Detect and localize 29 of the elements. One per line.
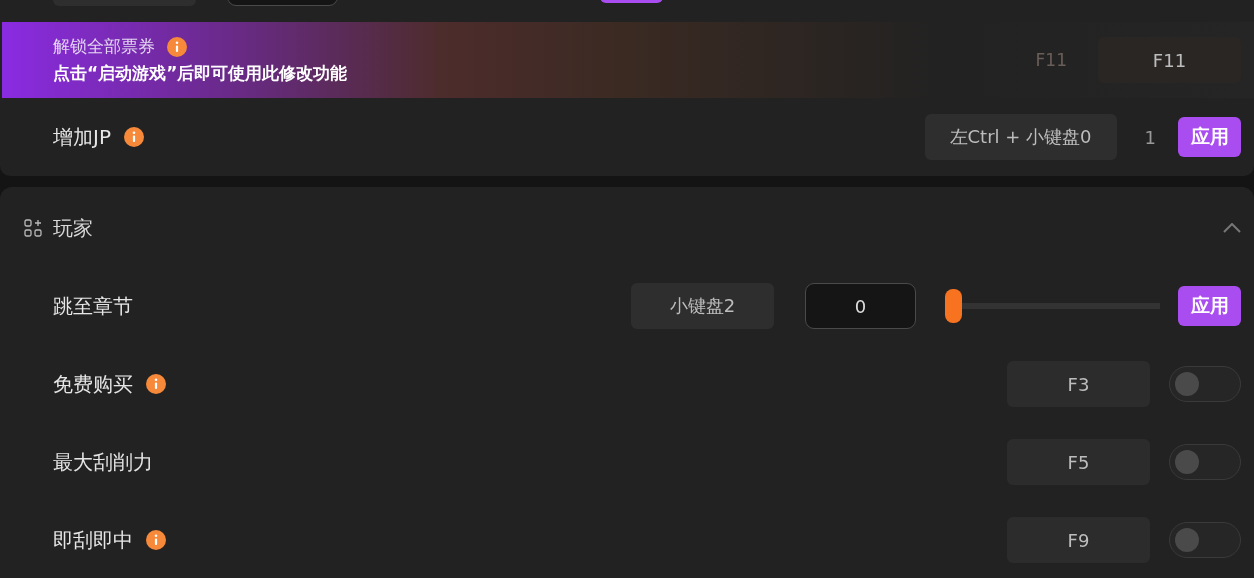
hotkey-chip[interactable]: F9 [1007, 517, 1150, 563]
setting-label: 增加JP [53, 123, 111, 151]
slider-thumb[interactable] [945, 289, 962, 323]
apply-button[interactable]: 应用 [1178, 286, 1241, 326]
hotkey-chip[interactable]: F11 [1098, 37, 1241, 83]
hotkey-text: F11 [1035, 50, 1067, 70]
collapse-icon[interactable] [1223, 223, 1241, 233]
info-icon[interactable] [146, 530, 166, 550]
tooltip-message: 点击“启动游戏”后即可使用此修改功能 [53, 62, 348, 85]
hotkey-chip[interactable]: F5 [1007, 439, 1150, 485]
toggle-switch[interactable] [1169, 522, 1241, 558]
value-text: 1 [1144, 126, 1156, 148]
section-title: 玩家 [53, 214, 93, 242]
toggle-switch[interactable] [1169, 444, 1241, 480]
info-icon[interactable] [123, 127, 144, 147]
setting-label: 即刮即中 [53, 526, 133, 554]
tooltip-title: 解锁全部票券 [53, 35, 155, 58]
number-field[interactable]: 0 [805, 283, 916, 329]
info-icon[interactable] [146, 374, 166, 394]
hotkey-chip[interactable]: 小键盘2 [631, 283, 774, 329]
setting-label: 跳至章节 [53, 292, 133, 320]
toggle-switch[interactable] [1169, 366, 1241, 402]
hotkey-chip[interactable]: F3 [1007, 361, 1150, 407]
apps-icon [24, 219, 42, 237]
info-icon[interactable] [167, 36, 187, 57]
hotkey-chip[interactable]: 左Ctrl + 小键盘0 [924, 114, 1117, 160]
setting-label: 最大刮削力 [53, 448, 153, 476]
setting-label: 免费购买 [53, 370, 133, 398]
apply-button[interactable]: 应用 [1178, 117, 1241, 157]
